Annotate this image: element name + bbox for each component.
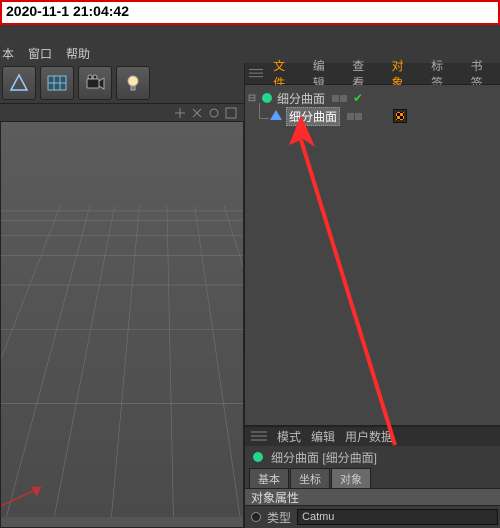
section-title: 对象属性 bbox=[251, 489, 299, 506]
section-header: 对象属性 bbox=[245, 488, 500, 506]
options-icon[interactable] bbox=[251, 430, 267, 444]
attribute-manager-tabs: 模式 编辑 用户数据 bbox=[245, 426, 500, 446]
object-hierarchy[interactable]: ⊟ 细分曲面 ✔ 细分曲面 bbox=[245, 85, 500, 426]
layer-dots[interactable] bbox=[347, 113, 362, 120]
hierarchy-row[interactable]: 细分曲面 bbox=[247, 107, 498, 125]
radio-icon[interactable] bbox=[251, 512, 261, 522]
attribute-header: 细分曲面 [细分曲面] bbox=[245, 446, 500, 468]
rotate-icon[interactable] bbox=[207, 106, 221, 120]
annotation-arrow bbox=[245, 105, 475, 465]
pan-icon[interactable] bbox=[173, 106, 187, 120]
sds-icon bbox=[251, 450, 265, 464]
object-name[interactable]: 细分曲面 bbox=[286, 107, 340, 126]
subtab-coord[interactable]: 坐标 bbox=[290, 468, 330, 489]
poly-icon bbox=[8, 72, 30, 94]
checker-tag-icon[interactable] bbox=[393, 109, 407, 123]
attribute-subtabs: 基本 坐标 对象 bbox=[245, 468, 500, 488]
viewport-header bbox=[0, 103, 244, 121]
main-toolbar bbox=[0, 63, 244, 103]
subtab-base[interactable]: 基本 bbox=[249, 468, 289, 489]
expand-toggle[interactable]: ⊟ bbox=[247, 93, 257, 104]
camera-tool-button[interactable] bbox=[78, 66, 112, 100]
maximize-icon[interactable] bbox=[224, 106, 238, 120]
light-icon bbox=[122, 72, 144, 94]
attr-tab-userdata[interactable]: 用户数据 bbox=[345, 428, 393, 445]
sds-child-icon bbox=[269, 109, 283, 123]
object-manager-tabs: 文件 编辑 查看 对象 标签 书签 bbox=[245, 63, 500, 85]
menu-item[interactable]: 窗口 bbox=[28, 45, 52, 62]
camera-icon bbox=[84, 72, 106, 94]
property-label: 类型 bbox=[267, 509, 291, 526]
viewport[interactable] bbox=[0, 121, 244, 528]
options-icon[interactable] bbox=[249, 67, 263, 81]
object-name[interactable]: 细分曲面 bbox=[277, 90, 325, 107]
enable-check-icon[interactable]: ✔ bbox=[353, 91, 363, 105]
light-tool-button[interactable] bbox=[116, 66, 150, 100]
attr-tab-mode[interactable]: 模式 bbox=[277, 428, 301, 445]
timestamp-bar: 2020-11-1 21:04:42 bbox=[0, 0, 500, 25]
timestamp-text: 2020-11-1 21:04:42 bbox=[6, 3, 129, 19]
spacer bbox=[0, 25, 500, 33]
sds-icon bbox=[260, 91, 274, 105]
zoom-icon[interactable] bbox=[190, 106, 204, 120]
poly-tool-button[interactable] bbox=[2, 66, 36, 100]
attr-tab-edit[interactable]: 编辑 bbox=[311, 428, 335, 445]
dropdown-value: Catmu bbox=[302, 511, 334, 523]
spacer bbox=[0, 33, 500, 43]
subtab-object[interactable]: 对象 bbox=[331, 468, 371, 489]
layer-dots[interactable] bbox=[332, 95, 347, 102]
property-row: 类型 Catmu bbox=[245, 506, 500, 528]
grid-icon bbox=[46, 72, 68, 94]
type-dropdown[interactable]: Catmu bbox=[297, 509, 498, 525]
hierarchy-row[interactable]: ⊟ 细分曲面 ✔ bbox=[247, 89, 498, 107]
attribute-title: 细分曲面 [细分曲面] bbox=[271, 449, 377, 466]
menu-item[interactable]: 帮助 bbox=[66, 45, 90, 62]
grid-tool-button[interactable] bbox=[40, 66, 74, 100]
menu-item[interactable]: 本 bbox=[2, 45, 14, 62]
floor-grid bbox=[1, 122, 243, 517]
